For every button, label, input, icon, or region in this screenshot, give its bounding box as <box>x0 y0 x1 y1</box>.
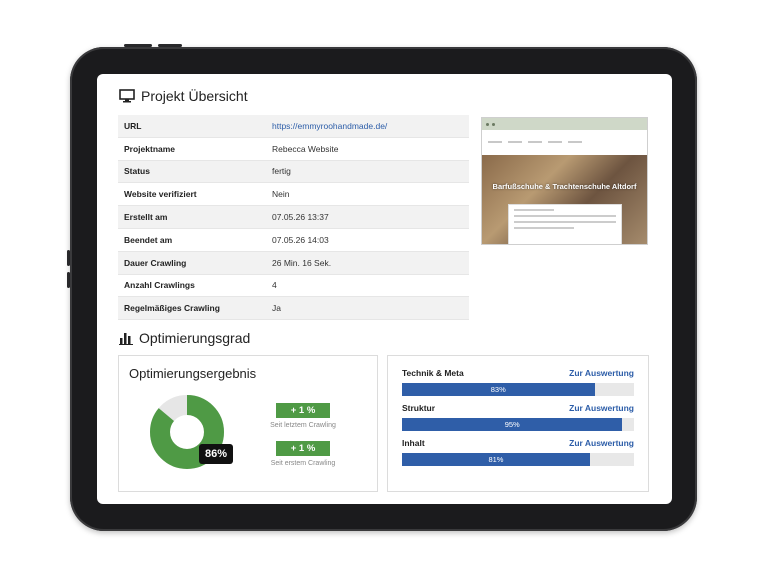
row-label: Dauer Crawling <box>118 251 266 275</box>
table-row: Projektname Rebecca Website <box>118 137 469 161</box>
row-value: fertig <box>266 160 469 184</box>
metric-name: Inhalt <box>402 438 425 448</box>
row-label: URL <box>118 115 266 138</box>
metric-name: Struktur <box>402 403 436 413</box>
row-value: Rebecca Website <box>266 137 469 161</box>
metric-progress-track: 81% <box>402 453 634 466</box>
bar-chart-icon <box>119 332 133 345</box>
table-row: Website verifiziert Nein <box>118 182 469 207</box>
change-since-last-badge: + 1 % <box>276 403 330 418</box>
metric-evaluation-link[interactable]: Zur Auswertung <box>569 368 634 378</box>
table-row: Erstellt am 07.05.26 13:37 <box>118 205 469 229</box>
metric-struktur: Struktur Zur Auswertung 95% <box>402 403 634 431</box>
row-label: Projektname <box>118 137 266 161</box>
metric-progress-track: 95% <box>402 418 634 431</box>
row-value: 07.05.26 14:03 <box>266 228 469 252</box>
tablet-screen: Projekt Übersicht URL https://emmyroohand… <box>97 74 672 504</box>
change-since-first-badge: + 1 % <box>276 441 330 456</box>
metric-technik-meta: Technik & Meta Zur Auswertung 83% <box>402 368 634 396</box>
row-label: Erstellt am <box>118 205 266 229</box>
preview-cookie-dialog <box>508 204 622 244</box>
change-since-last-label: Seit letztem Crawling <box>270 422 336 429</box>
website-preview-thumbnail[interactable]: Barfußschuhe & Trachtenschuhe Altdorf <box>481 117 648 245</box>
score-percent-label: 86% <box>199 444 233 464</box>
project-url-link[interactable]: https://emmyroohandmade.de/ <box>266 115 469 138</box>
table-row: Anzahl Crawlings 4 <box>118 274 469 298</box>
row-value: Nein <box>266 182 469 207</box>
metric-progress-track: 83% <box>402 383 634 396</box>
row-value: 4 <box>266 274 469 298</box>
preview-hero-text: Barfußschuhe & Trachtenschuhe Altdorf <box>492 182 637 191</box>
optimization-result-card: Optimierungsergebnis 86% + 1 % Seit letz… <box>118 355 378 492</box>
row-label: Beendet am <box>118 228 266 252</box>
row-value: 07.05.26 13:37 <box>266 205 469 229</box>
result-title: Optimierungsergebnis <box>129 366 257 381</box>
optimization-heading: Optimierungsgrad <box>119 330 250 346</box>
category-scores-card: Technik & Meta Zur Auswertung 83% Strukt… <box>387 355 649 492</box>
metric-progress-fill: 83% <box>402 383 595 396</box>
row-label: Website verifiziert <box>118 182 266 207</box>
row-label: Regelmäßiges Crawling <box>118 296 266 321</box>
row-label: Anzahl Crawlings <box>118 274 266 298</box>
table-row: Dauer Crawling 26 Min. 16 Sek. <box>118 251 469 275</box>
metric-inhalt: Inhalt Zur Auswertung 81% <box>402 438 634 466</box>
row-value: Ja <box>266 296 469 321</box>
row-label: Status <box>118 160 266 184</box>
metric-evaluation-link[interactable]: Zur Auswertung <box>569 438 634 448</box>
table-row: Beendet am 07.05.26 14:03 <box>118 228 469 252</box>
optimization-title: Optimierungsgrad <box>139 330 251 346</box>
change-since-first-label: Seit erstem Crawling <box>270 460 336 467</box>
metric-name: Technik & Meta <box>402 368 464 378</box>
preview-browser-bar <box>482 118 647 130</box>
table-row: Status fertig <box>118 160 469 184</box>
metric-evaluation-link[interactable]: Zur Auswertung <box>569 403 634 413</box>
table-row: URL https://emmyroohandmade.de/ <box>118 115 469 138</box>
preview-hero-image: Barfußschuhe & Trachtenschuhe Altdorf <box>482 155 647 244</box>
overview-title: Projekt Übersicht <box>141 88 248 104</box>
preview-nav <box>482 130 647 154</box>
project-info-table: URL https://emmyroohandmade.de/ Projektna… <box>118 115 469 321</box>
overview-heading: Projekt Übersicht <box>119 88 248 104</box>
metric-progress-fill: 81% <box>402 453 590 466</box>
row-value: 26 Min. 16 Sek. <box>266 251 469 275</box>
monitor-icon <box>119 89 135 103</box>
table-row: Regelmäßiges Crawling Ja <box>118 296 469 321</box>
metric-progress-fill: 95% <box>402 418 623 431</box>
